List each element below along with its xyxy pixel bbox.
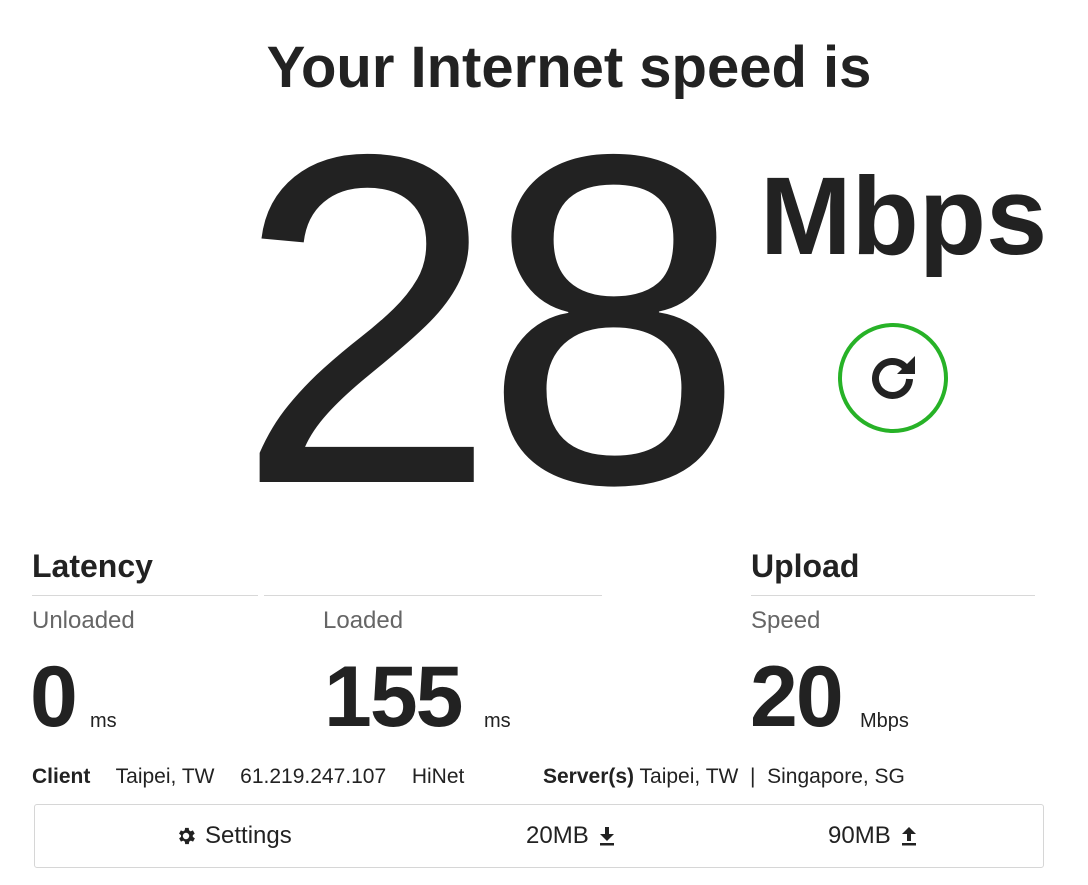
client-info: Client Taipei, TW 61.219.247.107 HiNet	[32, 764, 464, 790]
upload-title: Upload	[751, 548, 860, 584]
refresh-button[interactable]	[838, 323, 948, 433]
settings-toolbar: Settings 20MB 90MB	[34, 804, 1044, 868]
servers-list: Taipei, TW | Singapore, SG	[639, 765, 905, 788]
client-label: Client	[32, 765, 91, 788]
upload-arrow-icon	[901, 826, 917, 846]
loaded-latency-unit: ms	[484, 710, 511, 732]
upload-divider	[751, 595, 1035, 596]
loaded-latency-label: Loaded	[323, 607, 404, 634]
upload-size-button[interactable]: 90MB	[828, 805, 917, 867]
download-speed-unit: Mbps	[760, 155, 1048, 278]
servers-label: Server(s)	[543, 765, 635, 788]
unloaded-latency-unit: ms	[90, 710, 117, 732]
unloaded-latency-value: 0	[30, 649, 78, 745]
upload-speed-value: 20	[750, 649, 844, 745]
upload-speed-label: Speed	[751, 607, 821, 634]
client-location: Taipei, TW	[115, 765, 215, 788]
download-speed-value: 28	[236, 57, 745, 582]
server-info: Server(s) Taipei, TW | Singapore, SG	[543, 764, 905, 790]
upload-speed-unit: Mbps	[860, 710, 909, 732]
settings-button[interactable]: Settings	[175, 805, 292, 867]
download-size-label: 20MB	[526, 822, 589, 849]
latency-title: Latency	[32, 548, 153, 584]
client-isp: HiNet	[411, 765, 465, 788]
client-ip: 61.219.247.107	[240, 765, 387, 788]
download-arrow-icon	[599, 826, 615, 846]
loaded-latency-value: 155	[324, 649, 463, 745]
upload-size-label: 90MB	[828, 822, 891, 849]
download-size-button[interactable]: 20MB	[526, 805, 615, 867]
refresh-icon	[865, 348, 921, 409]
latency-divider-right	[264, 595, 602, 596]
latency-divider-left	[32, 595, 258, 596]
gear-icon	[175, 825, 197, 847]
settings-label: Settings	[205, 822, 292, 849]
unloaded-latency-label: Unloaded	[32, 607, 135, 634]
